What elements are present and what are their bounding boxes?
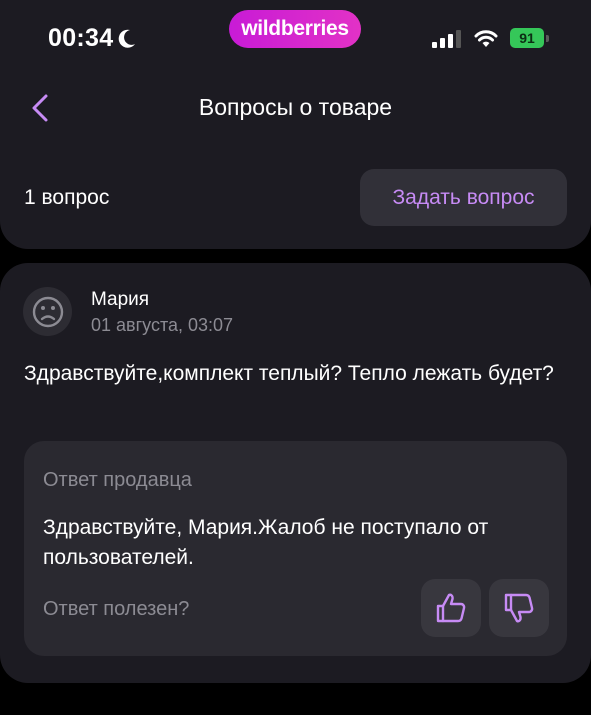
brand-logo: wildberries: [229, 10, 361, 48]
helpful-prompt: Ответ полезен?: [43, 598, 190, 620]
answer-text: Здравствуйте, Мария.Жалоб не поступало о…: [43, 516, 489, 569]
battery-indicator: 91: [510, 28, 552, 50]
helpful-yes-button[interactable]: [421, 579, 481, 637]
avatar: [23, 287, 72, 336]
helpful-no-button[interactable]: [489, 579, 549, 637]
author-name: Мария: [91, 289, 150, 310]
questions-count: 1 вопрос: [24, 186, 110, 209]
battery-percent: 91: [519, 30, 535, 46]
ask-question-button[interactable]: Задать вопрос: [360, 169, 567, 226]
battery-tip: [546, 35, 549, 42]
question-date: 01 августа, 03:07: [91, 315, 234, 335]
question-text: Здравствуйте,комплект теплый? Тепло лежа…: [24, 362, 554, 385]
clock-text: 00:34: [48, 24, 114, 52]
battery-level: 91: [510, 28, 544, 48]
thumbs-up-icon: [436, 593, 466, 623]
header-card: 00:34 wildberries 91 Вопросы о товаре 1 …: [0, 0, 591, 249]
status-time: 00:34: [48, 24, 137, 53]
seller-answer: Ответ продавца Здравствуйте, Мария.Жалоб…: [24, 441, 567, 656]
signal-icon: [432, 30, 461, 48]
app-screen: 00:34 wildberries 91 Вопросы о товаре 1 …: [0, 0, 591, 715]
page-title: Вопросы о товаре: [198, 94, 393, 120]
sad-face-icon: [32, 296, 63, 327]
answer-heading: Ответ продавца: [43, 469, 192, 491]
wifi-icon: [474, 30, 498, 47]
thumbs-down-icon: [504, 593, 534, 623]
question-card: Мария 01 августа, 03:07 Здравствуйте,ком…: [0, 263, 591, 683]
moon-icon: [119, 29, 136, 48]
